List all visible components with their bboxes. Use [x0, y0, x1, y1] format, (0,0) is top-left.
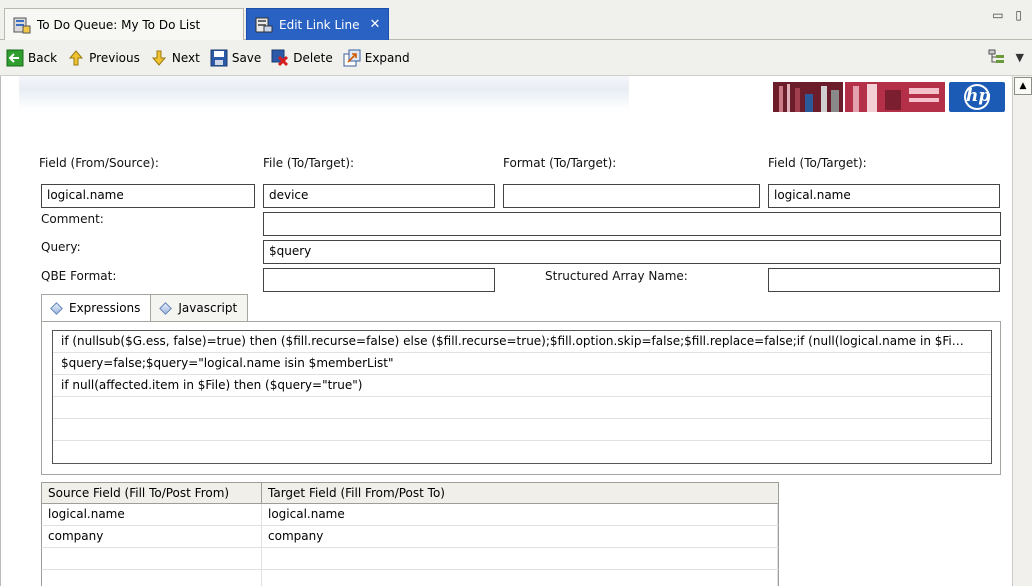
expression-row[interactable]: if (nullsub($G.ess, false)=true) then ($… — [53, 331, 991, 353]
next-label: Next — [171, 50, 200, 65]
header-band — [19, 76, 629, 110]
column-header-target[interactable]: Target Field (Fill From/Post To) — [262, 483, 778, 503]
source-cell[interactable] — [42, 548, 262, 569]
save-label: Save — [231, 50, 262, 65]
source-cell[interactable]: company — [42, 526, 262, 547]
tab-javascript-label: Javascript — [178, 301, 238, 315]
window-controls[interactable]: ▭ ▯ — [992, 8, 1026, 22]
delete-label: Delete — [293, 50, 333, 65]
target-cell[interactable]: logical.name — [262, 504, 778, 525]
link-line-icon — [255, 16, 273, 34]
view-menu-icon[interactable] — [988, 48, 1006, 66]
qbe-format-label: QBE Format: — [41, 269, 117, 283]
hp-logo-text: hp — [966, 86, 991, 106]
down-arrow-icon — [150, 49, 168, 67]
next-button[interactable]: Next — [146, 45, 204, 71]
previous-button[interactable]: Previous — [63, 45, 144, 71]
table-row[interactable] — [41, 570, 779, 586]
scroll-up-arrow-icon[interactable]: ▲ — [1014, 77, 1032, 95]
expression-row[interactable]: if null(affected.item in $File) then ($q… — [53, 375, 991, 397]
qbe-format-input[interactable] — [263, 268, 495, 292]
format-to-label: Format (To/Target): — [503, 156, 617, 170]
expressions-body: if (nullsub($G.ess, false)=true) then ($… — [41, 321, 1001, 475]
format-to-input[interactable] — [503, 184, 760, 208]
save-button[interactable]: Save — [206, 45, 265, 71]
field-to-label: Field (To/Target): — [768, 156, 867, 170]
structured-array-label: Structured Array Name: — [545, 269, 688, 283]
comment-label: Comment: — [41, 212, 104, 226]
expand-button[interactable]: Expand — [339, 45, 414, 71]
field-from-label: Field (From/Source): — [39, 156, 159, 170]
tab-javascript[interactable]: Javascript — [151, 294, 249, 322]
vertical-scrollbar[interactable]: ▲ — [1012, 76, 1032, 586]
table-row[interactable] — [41, 548, 779, 570]
delete-icon — [271, 49, 289, 67]
target-cell[interactable]: company — [262, 526, 778, 547]
back-label: Back — [28, 50, 58, 65]
diamond-icon — [159, 301, 173, 315]
expression-row[interactable] — [53, 397, 991, 419]
fill-fields-table: Source Field (Fill To/Post From) Target … — [41, 482, 779, 586]
dropdown-arrow-icon[interactable]: ▼ — [1016, 51, 1024, 64]
target-cell[interactable] — [262, 548, 778, 569]
toolbar: Back Previous Next Save Delete Expand ▼ — [0, 40, 1032, 76]
column-header-source[interactable]: Source Field (Fill To/Post From) — [42, 483, 262, 503]
tab-edit-link-line[interactable]: Edit Link Line ✕ — [246, 8, 389, 40]
expression-row[interactable] — [53, 441, 991, 463]
expressions-table[interactable]: if (nullsub($G.ess, false)=true) then ($… — [52, 330, 992, 464]
table-header: Source Field (Fill To/Post From) Target … — [41, 482, 779, 504]
tab-expressions-label: Expressions — [69, 301, 141, 315]
expand-icon — [343, 49, 361, 67]
query-label: Query: — [41, 240, 81, 254]
delete-button[interactable]: Delete — [267, 45, 336, 71]
expand-label: Expand — [364, 50, 410, 65]
editor-tab-strip: To Do Queue: My To Do List Edit Link Lin… — [0, 0, 1032, 40]
field-from-input[interactable]: logical.name — [41, 184, 255, 208]
form-content: hp Field (From/Source): File (To/Target)… — [0, 76, 1012, 586]
source-cell[interactable]: logical.name — [42, 504, 262, 525]
toolbar-right-controls: ▼ — [988, 48, 1024, 66]
expression-row[interactable] — [53, 419, 991, 441]
table-row[interactable]: logical.name logical.name — [41, 504, 779, 526]
queue-icon — [13, 16, 31, 34]
target-cell[interactable] — [262, 570, 778, 586]
minimize-maximize-icons[interactable]: ▭ ▯ — [992, 8, 1026, 22]
panel-tab-strip: Expressions Javascript — [41, 294, 249, 322]
table-row[interactable]: company company — [41, 526, 779, 548]
back-button[interactable]: Back — [2, 45, 61, 71]
file-to-input[interactable]: device — [263, 184, 495, 208]
expression-row[interactable]: $query=false;$query="logical.name isin $… — [53, 353, 991, 375]
hp-banner-logo: hp — [773, 80, 1009, 114]
tab-label: To Do Queue: My To Do List — [37, 17, 201, 32]
tab-label: Edit Link Line — [279, 17, 360, 32]
field-to-input[interactable]: logical.name — [768, 184, 1000, 208]
previous-label: Previous — [89, 50, 140, 65]
tab-expressions[interactable]: Expressions — [41, 294, 152, 322]
up-arrow-icon — [67, 49, 85, 67]
structured-array-input[interactable] — [768, 268, 1000, 292]
floppy-disk-icon — [210, 49, 228, 67]
source-cell[interactable] — [42, 570, 262, 586]
back-arrow-icon — [6, 49, 24, 67]
diamond-icon — [50, 301, 63, 315]
tab-todo-queue[interactable]: To Do Queue: My To Do List — [4, 8, 244, 40]
query-input[interactable]: $query — [263, 240, 1001, 264]
close-icon[interactable]: ✕ — [369, 17, 380, 32]
file-to-label: File (To/Target): — [263, 156, 355, 170]
comment-input[interactable] — [263, 212, 1001, 236]
